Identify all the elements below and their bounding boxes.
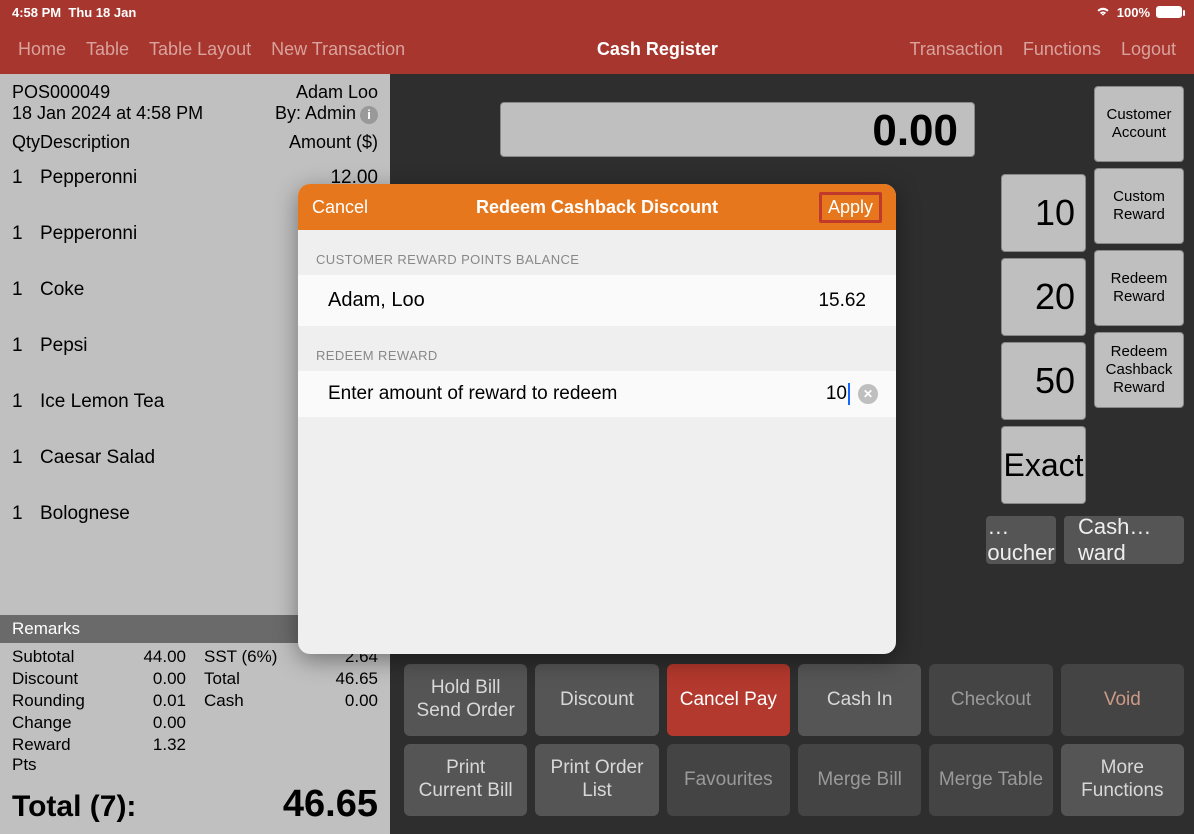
redeem-placeholder: Enter amount of reward to redeem [328,383,826,405]
customer-name: Adam, Loo [328,289,425,312]
modal-title: Redeem Cashback Discount [298,197,896,218]
redeem-cashback-modal: Cancel Redeem Cashback Discount Apply CU… [298,184,896,654]
redeem-amount-input[interactable]: 10 [826,383,852,405]
clear-input-icon[interactable]: ✕ [858,384,878,404]
points-balance: 15.62 [818,290,866,312]
modal-apply-highlight: Apply [819,192,882,223]
redeem-section-label: REDEEM REWARD [298,326,896,371]
customer-balance-row: Adam, Loo 15.62 [298,275,896,326]
text-cursor [848,383,850,405]
redeem-amount-row[interactable]: Enter amount of reward to redeem 10 ✕ [298,371,896,417]
modal-apply-button[interactable]: Apply [828,197,873,217]
balance-section-label: CUSTOMER REWARD POINTS BALANCE [298,230,896,275]
modal-backdrop: Cancel Redeem Cashback Discount Apply CU… [0,0,1194,834]
modal-cancel-button[interactable]: Cancel [312,197,368,218]
